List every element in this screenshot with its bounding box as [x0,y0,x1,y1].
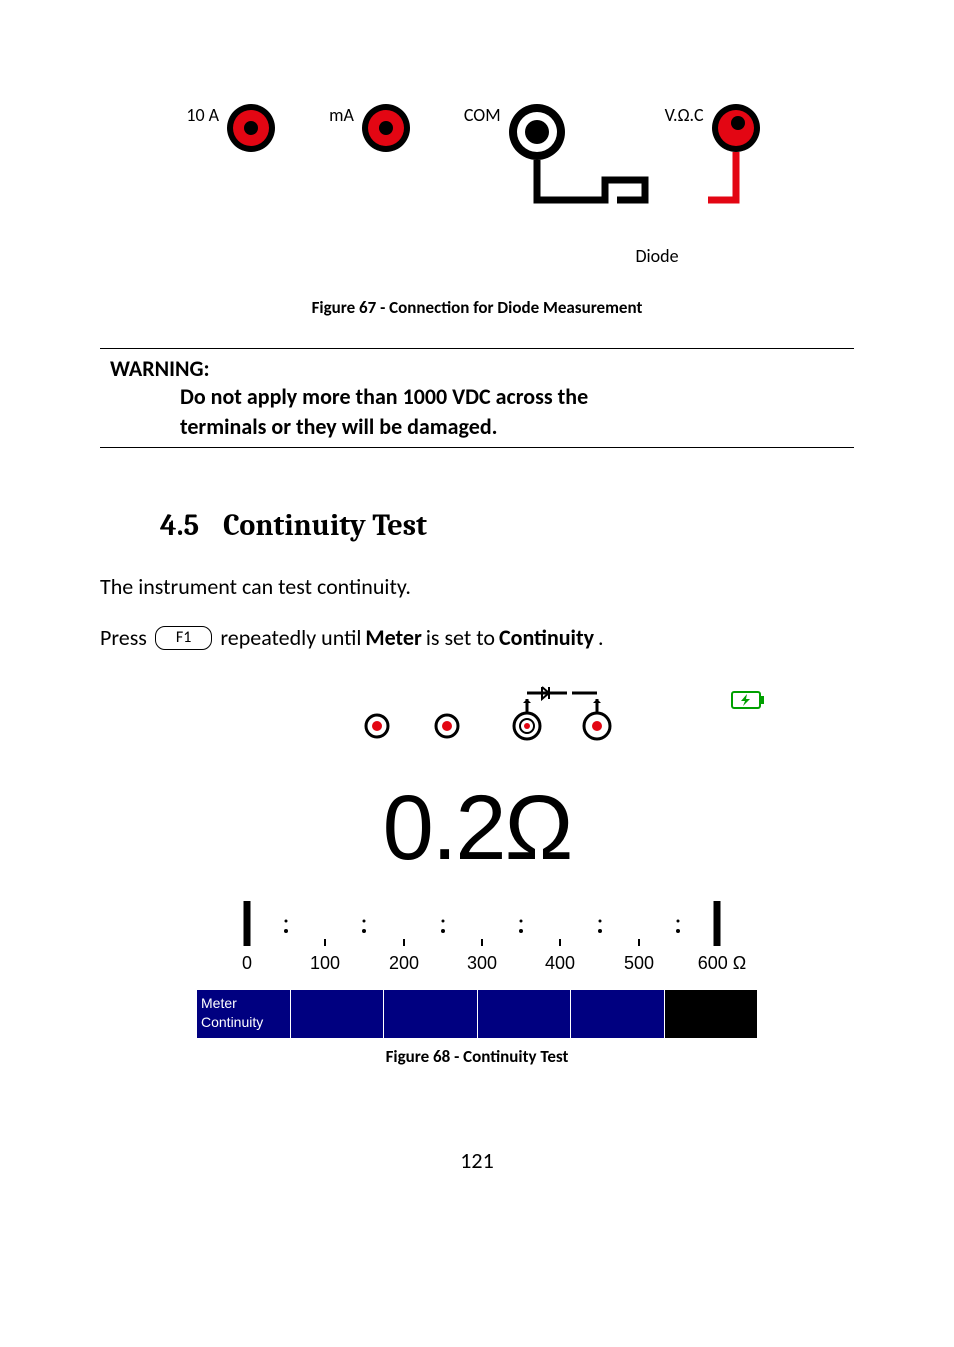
warning-line-2: terminals or they will be damaged. [180,412,854,442]
meter-screenshot: 0.2Ω [197,681,757,1038]
warning-line-1: Do not apply more than 1000 VDC across t… [180,382,854,412]
terminal-label-10a: 10 A [186,100,219,126]
tick-100: 100 [310,953,340,973]
terminal-com-icon [505,100,655,235]
section-number: 4.5 [160,508,199,543]
section-title: Continuity Test [223,508,427,543]
softkey-bar: Meter Continuity [197,990,757,1038]
softkey-5 [571,990,665,1038]
analog-scale-icon: 0 100 200 300 400 500 600 Ω [197,891,757,986]
battery-charging-icon [731,691,765,714]
section-heading: 4.5 Continuity Test [160,508,854,543]
softkey-1: Meter Continuity [197,990,291,1038]
terminal-ma-icon [358,100,414,161]
softkey-6 [665,990,758,1038]
press-instruction: Press F1 repeatedly until Meter is set t… [100,624,854,651]
diode-label: Diode [460,245,854,267]
tick-500: 500 [624,953,654,973]
probe-indicator-icons [197,681,757,756]
terminal-label-voc: V.Ω.C [665,100,704,126]
f1-button-icon: F1 [155,626,212,650]
tick-600: 600 Ω [698,953,747,973]
tick-0: 0 [242,953,252,973]
figure-68-caption: Figure 68 - Continuity Test [100,1046,854,1067]
tick-400: 400 [545,953,575,973]
terminal-label-ma: mA [329,100,354,126]
tick-300: 300 [467,953,497,973]
softkey-4 [478,990,572,1038]
terminal-voc-icon [708,100,768,235]
warning-title: WARNING: [110,355,854,382]
warning-box: WARNING: Do not apply more than 1000 VDC… [100,348,854,448]
tick-200: 200 [389,953,419,973]
page-number: 121 [100,1147,854,1174]
softkey-2 [291,990,385,1038]
terminal-10a-icon [223,100,279,161]
terminal-label-com: COM [464,100,501,126]
softkey-3 [384,990,478,1038]
intro-text: The instrument can test continuity. [100,573,854,600]
terminal-diagram: 10 A mA COM [100,100,854,235]
figure-67-caption: Figure 67 - Connection for Diode Measure… [100,297,854,318]
reading-display: 0.2Ω [197,776,757,881]
